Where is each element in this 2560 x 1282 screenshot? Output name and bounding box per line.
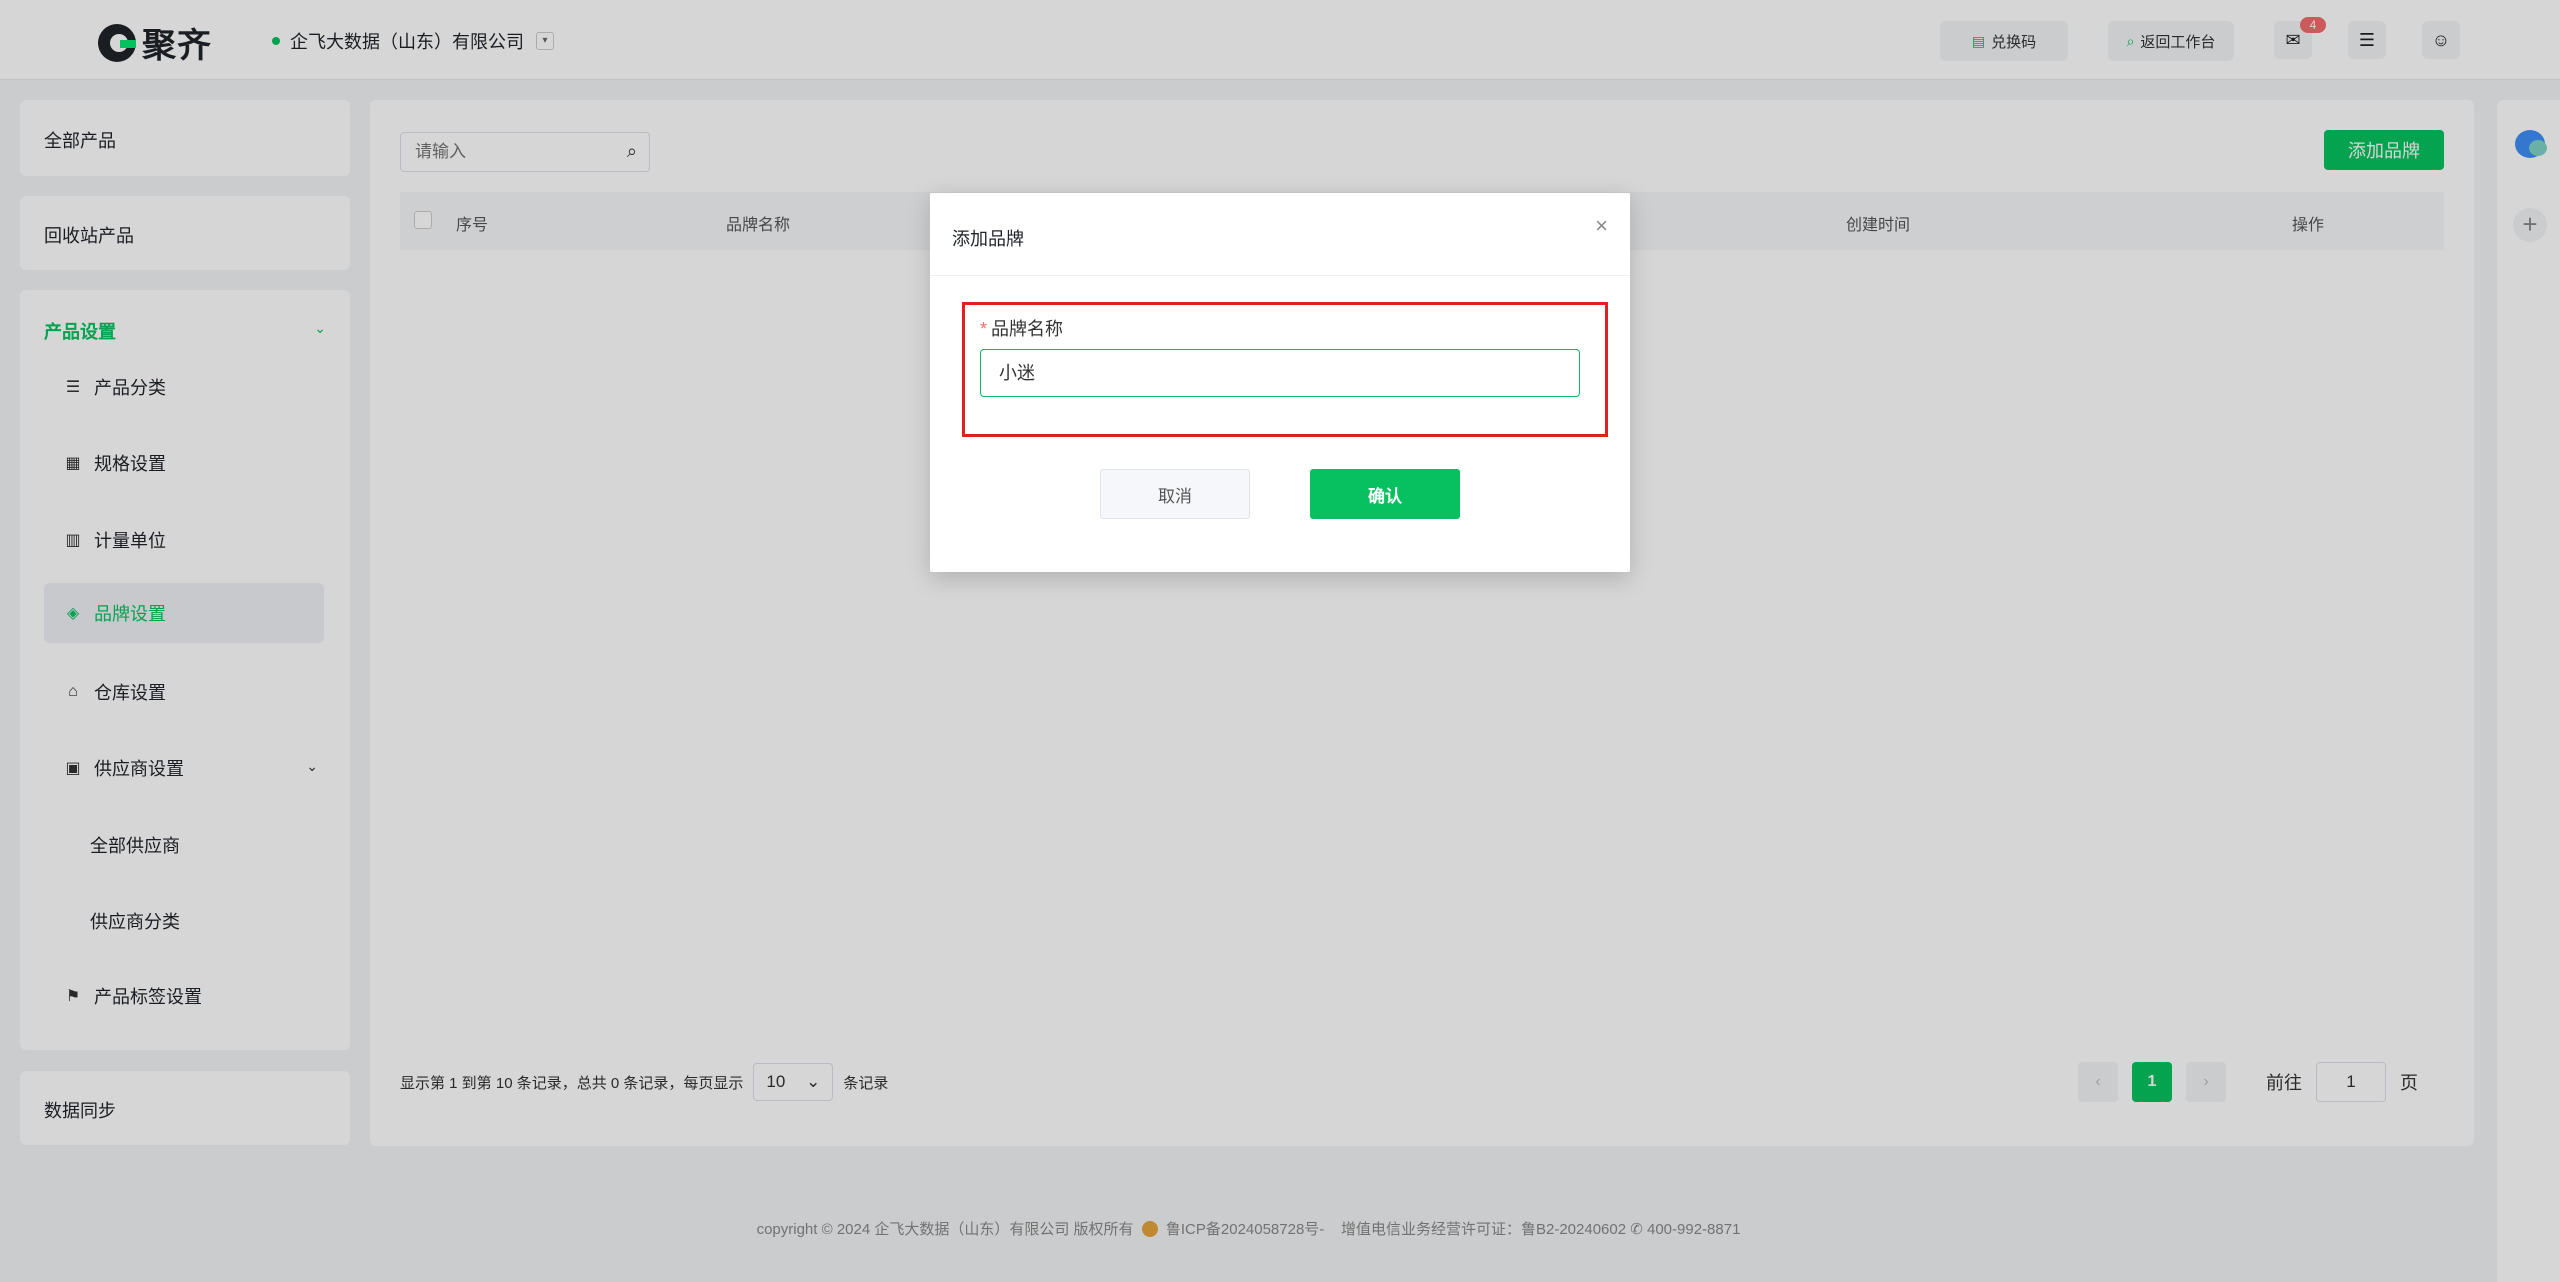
dialog-divider	[930, 275, 1630, 276]
brand-name-label: * 品牌名称	[980, 315, 1063, 341]
brand-name-input[interactable]: 小迷	[980, 349, 1580, 397]
confirm-button[interactable]: 确认	[1310, 469, 1460, 519]
dialog-title: 添加品牌	[952, 229, 1024, 249]
close-icon[interactable]: ×	[1595, 213, 1608, 239]
required-mark: *	[980, 319, 988, 339]
brand-name-label-text: 品牌名称	[991, 319, 1064, 339]
add-brand-dialog: 添加品牌 × * 品牌名称 小迷 取消 确认	[930, 193, 1630, 572]
cancel-button[interactable]: 取消	[1100, 469, 1250, 519]
